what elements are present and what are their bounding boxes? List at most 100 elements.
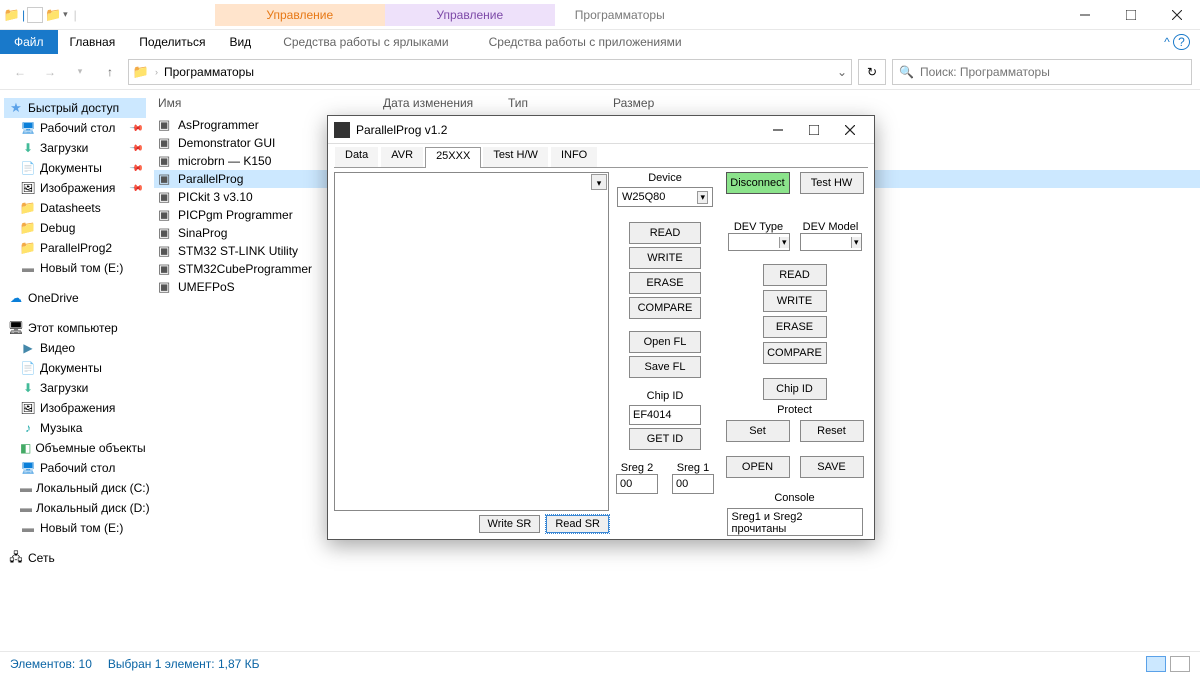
app-icon <box>158 279 174 295</box>
devmodel-select[interactable]: ▾ <box>800 233 862 251</box>
compare-button[interactable]: COMPARE <box>629 297 701 319</box>
nav-this-pc[interactable]: Этот компьютер <box>4 318 146 338</box>
app-window: ParallelProg v1.2 DataAVR25XXXTest H/WIN… <box>327 115 875 540</box>
get-id-button[interactable]: GET ID <box>629 428 701 450</box>
write-sr-button[interactable]: Write SR <box>479 515 541 533</box>
nav-item[interactable]: Изображения📌 <box>4 178 146 198</box>
nav-item[interactable]: Datasheets <box>4 198 146 218</box>
write-button[interactable]: WRITE <box>629 247 701 269</box>
nav-item[interactable]: Видео <box>4 338 146 358</box>
nav-item[interactable]: Рабочий стол <box>4 458 146 478</box>
nav-item[interactable]: Рабочий стол📌 <box>4 118 146 138</box>
app-tab[interactable]: 25XXX <box>425 147 481 168</box>
r-compare-button[interactable]: COMPARE <box>763 342 827 364</box>
set-button[interactable]: Set <box>726 420 790 442</box>
sreg2-input[interactable] <box>616 474 658 494</box>
disconnect-button[interactable]: Disconnect <box>726 172 790 194</box>
search-box[interactable]: 🔍 <box>892 59 1192 85</box>
nav-item[interactable]: Объемные объекты <box>4 438 146 458</box>
qat-dropdown[interactable]: ▾ <box>63 9 68 20</box>
read-button[interactable]: READ <box>629 222 701 244</box>
address-bar[interactable]: › Программаторы ⌄ <box>128 59 852 85</box>
test-hw-button[interactable]: Test HW <box>800 172 864 194</box>
open-fl-button[interactable]: Open FL <box>629 331 701 353</box>
data-listbox[interactable]: ▾ <box>334 172 609 511</box>
device-select[interactable]: W25Q80▾ <box>617 187 713 207</box>
app-tab[interactable]: Test H/W <box>482 146 549 167</box>
ribbon-tab-file[interactable]: Файл <box>0 30 58 54</box>
ribbon-tab-share[interactable]: Поделиться <box>127 30 217 54</box>
nav-icon <box>20 520 36 536</box>
app-tabs: DataAVR25XXXTest H/WINFO <box>334 146 868 168</box>
r-erase-button[interactable]: ERASE <box>763 316 827 338</box>
nav-icon <box>20 200 36 216</box>
col-type[interactable]: Тип <box>508 96 613 110</box>
nav-network[interactable]: Сеть <box>4 548 146 568</box>
ribbon-subtab-shortcut[interactable]: Средства работы с ярлыками <box>263 35 468 49</box>
qat-item[interactable] <box>27 7 43 23</box>
chip-id-button[interactable]: Chip ID <box>763 378 827 400</box>
search-input[interactable] <box>920 65 1185 79</box>
read-sr-button[interactable]: Read SR <box>546 515 609 533</box>
col-date[interactable]: Дата изменения <box>383 96 508 110</box>
ribbon-help[interactable]: ^ ? <box>1154 35 1200 49</box>
cloud-icon <box>8 290 24 306</box>
app-maximize[interactable] <box>796 116 832 144</box>
save-button[interactable]: SAVE <box>800 456 864 478</box>
close-button[interactable] <box>1154 0 1200 30</box>
reset-button[interactable]: Reset <box>800 420 864 442</box>
nav-item[interactable]: Debug <box>4 218 146 238</box>
nav-item[interactable]: Музыка <box>4 418 146 438</box>
contextual-tabs: Управление Управление <box>215 4 555 26</box>
app-close[interactable] <box>832 116 868 144</box>
erase-button[interactable]: ERASE <box>629 272 701 294</box>
app-icon <box>158 135 174 151</box>
nav-item[interactable]: Новый том (E:) <box>4 258 146 278</box>
nav-item[interactable]: Документы📌 <box>4 158 146 178</box>
app-minimize[interactable] <box>760 116 796 144</box>
open-button[interactable]: OPEN <box>726 456 790 478</box>
maximize-button[interactable] <box>1108 0 1154 30</box>
nav-up[interactable]: ↑ <box>98 60 122 84</box>
chipid-input[interactable] <box>629 405 701 425</box>
col-size[interactable]: Размер <box>613 96 674 110</box>
app-tab[interactable]: Data <box>334 146 379 167</box>
app-titlebar[interactable]: ParallelProg v1.2 <box>328 116 874 144</box>
app-tab[interactable]: AVR <box>380 146 424 167</box>
view-large[interactable] <box>1170 656 1190 672</box>
nav-item[interactable]: Локальный диск (C:) <box>4 478 146 498</box>
folder-icon[interactable] <box>45 7 61 23</box>
ribbon-tab-home[interactable]: Главная <box>58 30 128 54</box>
nav-item[interactable]: Локальный диск (D:) <box>4 498 146 518</box>
nav-item[interactable]: Новый том (E:) <box>4 518 146 538</box>
ribbon-subtab-app[interactable]: Средства работы с приложениями <box>469 35 702 49</box>
col-name[interactable]: Имя <box>158 96 383 110</box>
r-read-button[interactable]: READ <box>763 264 827 286</box>
nav-onedrive[interactable]: OneDrive <box>4 288 146 308</box>
nav-back[interactable]: ← <box>8 60 32 84</box>
context-tab-app[interactable]: Управление <box>385 4 555 26</box>
nav-history[interactable]: ▾ <box>68 60 92 84</box>
nav-forward[interactable]: → <box>38 60 62 84</box>
refresh-button[interactable]: ↻ <box>858 59 886 85</box>
chevron-down-icon[interactable]: ▾ <box>591 174 607 190</box>
chevron-down-icon[interactable]: ▾ <box>697 191 708 204</box>
ribbon-tab-view[interactable]: Вид <box>217 30 263 54</box>
r-write-button[interactable]: WRITE <box>763 290 827 312</box>
nav-item[interactable]: Изображения <box>4 398 146 418</box>
nav-item[interactable]: Загрузки📌 <box>4 138 146 158</box>
column-headers: Имя Дата изменения Тип Размер <box>150 90 1200 116</box>
app-tab[interactable]: INFO <box>550 146 598 167</box>
nav-item[interactable]: Документы <box>4 358 146 378</box>
nav-quick-access[interactable]: Быстрый доступ <box>4 98 146 118</box>
context-tab-shortcut[interactable]: Управление <box>215 4 385 26</box>
devtype-select[interactable]: ▾ <box>728 233 790 251</box>
sreg1-input[interactable] <box>672 474 714 494</box>
sreg1-label: Sreg 1 <box>677 462 709 474</box>
nav-item[interactable]: ParallelProg2 <box>4 238 146 258</box>
save-fl-button[interactable]: Save FL <box>629 356 701 378</box>
minimize-button[interactable] <box>1062 0 1108 30</box>
nav-item[interactable]: Загрузки <box>4 378 146 398</box>
view-details[interactable] <box>1146 656 1166 672</box>
chevron-down-icon[interactable]: ⌄ <box>837 65 847 79</box>
